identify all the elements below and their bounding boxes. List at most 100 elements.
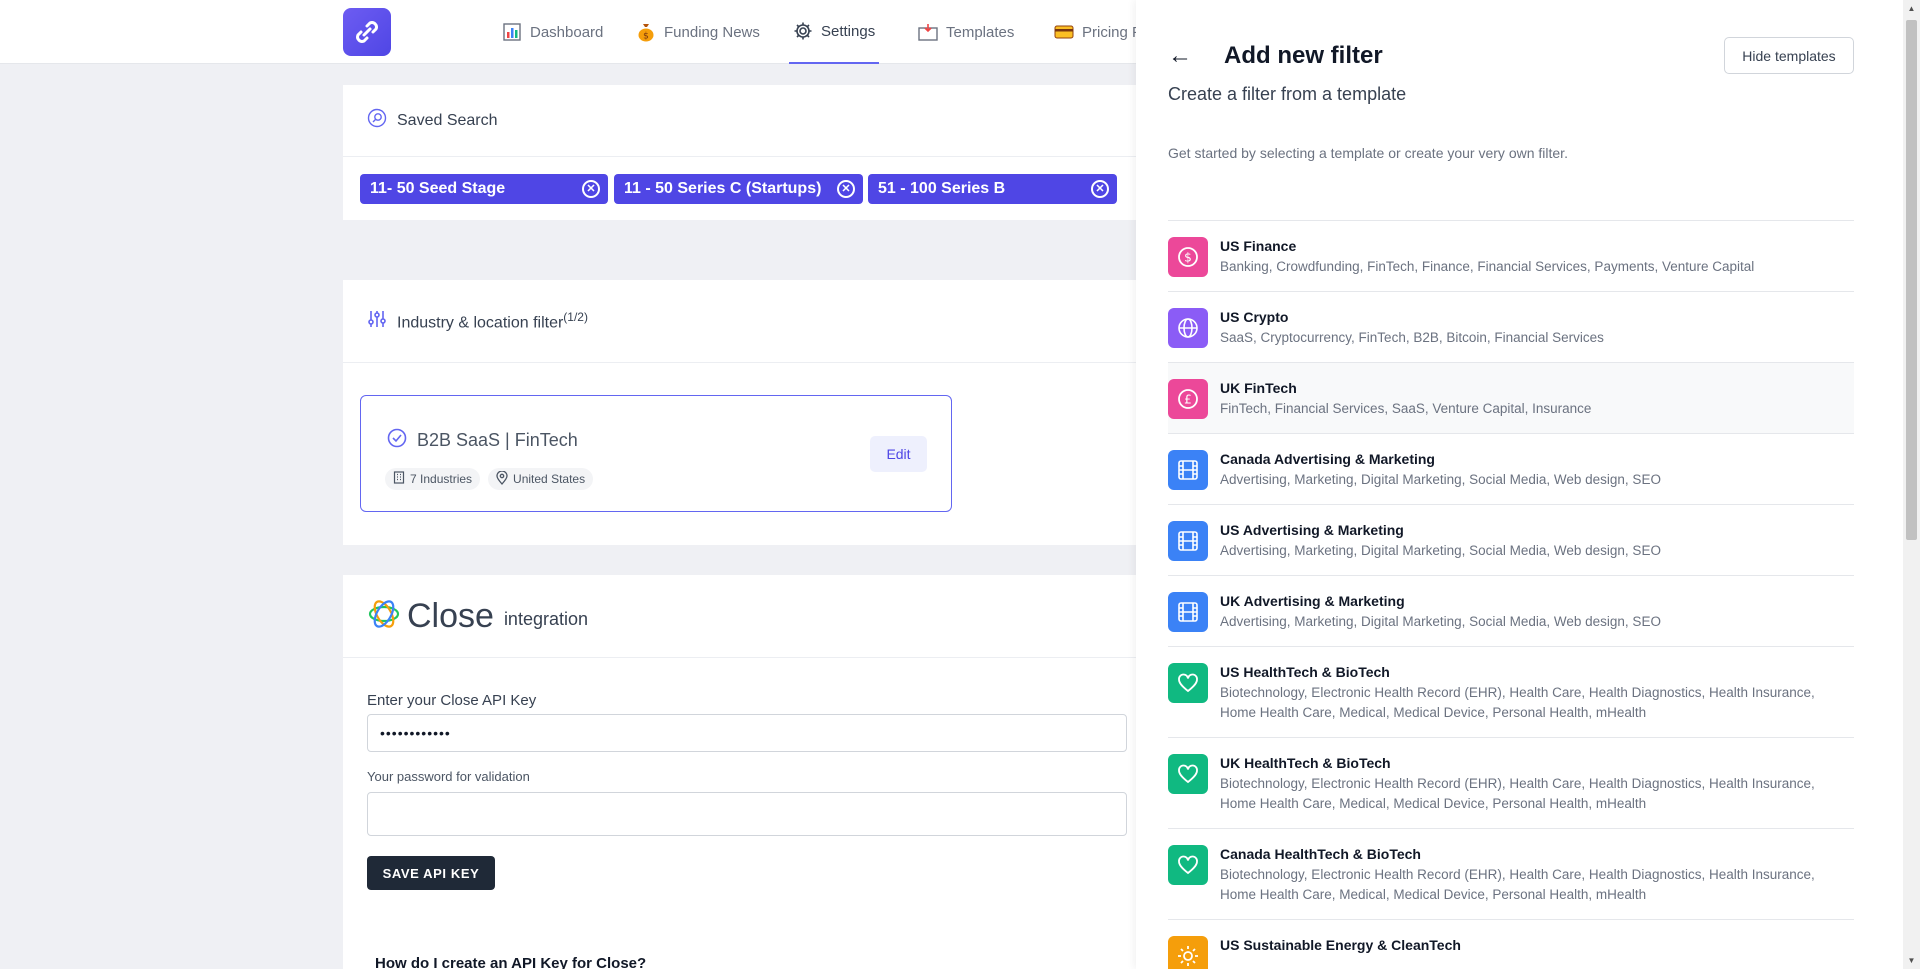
api-key-input[interactable]: •••••••••••• (367, 714, 1127, 752)
nav-funding-news[interactable]: $ Funding News (636, 0, 760, 64)
close-icon[interactable]: ✕ (582, 180, 600, 198)
filter-name: B2B SaaS | FinTech (417, 430, 578, 450)
nav-label: Settings (821, 22, 876, 40)
page-scrollbar[interactable]: ▲ ▼ (1903, 0, 1920, 969)
template-item[interactable]: £ UK FinTech FinTech, Financial Services… (1168, 363, 1854, 434)
hide-templates-button[interactable]: Hide templates (1724, 37, 1854, 74)
nav-label: Pricing P (1082, 23, 1143, 41)
dollar-icon: $ (1168, 237, 1208, 277)
gear-icon (793, 21, 813, 41)
nav-templates[interactable]: Templates (918, 0, 1014, 64)
svg-text:$: $ (1184, 251, 1192, 265)
template-tags: Advertising, Marketing, Digital Marketin… (1220, 614, 1661, 629)
filter-item-b2b-saas[interactable]: B2B SaaS | FinTech 7 Industries United S… (360, 395, 952, 512)
check-circle-icon (387, 428, 407, 453)
saved-search-chip[interactable]: 11- 50 Seed Stage ✕ (360, 174, 608, 204)
nav-dashboard[interactable]: Dashboard (502, 0, 603, 64)
close-brand: Close (407, 596, 494, 635)
pound-icon: £ (1168, 379, 1208, 419)
scrollbar-thumb[interactable] (1906, 20, 1917, 540)
template-icon (918, 22, 938, 42)
film-icon (1168, 521, 1208, 561)
sliders-icon (367, 309, 387, 334)
nav-settings[interactable]: Settings (789, 0, 880, 64)
back-arrow-icon[interactable]: ← (1168, 42, 1192, 70)
template-item[interactable]: Canada HealthTech & BioTech Biotechnolog… (1168, 829, 1854, 920)
add-filter-drawer: ← Add new filter Hide templates Create a… (1136, 0, 1903, 969)
template-list: $ US Finance Banking, Crowdfunding, FinT… (1168, 220, 1854, 969)
template-item[interactable]: Canada Advertising & Marketing Advertisi… (1168, 434, 1854, 505)
api-key-help-heading: How do I create an API Key for Close? (375, 955, 647, 969)
password-input[interactable] (367, 792, 1127, 836)
saved-search-title: Saved Search (397, 111, 498, 129)
film-icon (1168, 450, 1208, 490)
template-tags: Advertising, Marketing, Digital Marketin… (1220, 472, 1661, 487)
chart-icon (502, 22, 522, 42)
saved-search-chip[interactable]: 51 - 100 Series B ✕ (868, 174, 1117, 204)
drawer-description: Get started by selecting a template or c… (1168, 145, 1568, 161)
template-item[interactable]: US Crypto SaaS, Cryptocurrency, FinTech,… (1168, 292, 1854, 363)
template-name: UK HealthTech & BioTech (1220, 755, 1391, 771)
template-name: US Advertising & Marketing (1220, 522, 1404, 538)
app-logo[interactable] (343, 8, 391, 56)
money-bag-icon: $ (636, 22, 656, 42)
svg-text:£: £ (1184, 393, 1192, 407)
nav-label: Dashboard (530, 23, 604, 41)
scroll-down-icon[interactable]: ▼ (1903, 952, 1920, 969)
close-icon[interactable]: ✕ (837, 180, 855, 198)
heart-icon (1168, 754, 1208, 794)
template-item[interactable]: US Sustainable Energy & CleanTech (1168, 920, 1854, 969)
industries-tag: 7 Industries (385, 468, 481, 490)
scroll-up-icon[interactable]: ▲ (1903, 0, 1920, 17)
template-tags: Advertising, Marketing, Digital Marketin… (1220, 543, 1661, 558)
template-tags: Biotechnology, Electronic Health Record … (1220, 685, 1815, 720)
location-pin-icon (496, 469, 508, 488)
template-tags: FinTech, Financial Services, SaaS, Ventu… (1220, 401, 1592, 416)
template-tags: Biotechnology, Electronic Health Record … (1220, 776, 1815, 811)
template-item[interactable]: $ US Finance Banking, Crowdfunding, FinT… (1168, 221, 1854, 292)
template-tags: Banking, Crowdfunding, FinTech, Finance,… (1220, 259, 1755, 274)
nav-pricing[interactable]: Pricing P (1054, 0, 1142, 64)
template-name: US HealthTech & BioTech (1220, 664, 1390, 680)
close-logo-icon (367, 597, 401, 636)
close-icon[interactable]: ✕ (1091, 180, 1109, 198)
drawer-subtitle: Create a filter from a template (1168, 84, 1407, 104)
chip-label: 11- 50 Seed Stage (370, 180, 506, 197)
nav-label: Funding News (664, 23, 760, 41)
industry-filter-title: Industry & location filter (397, 314, 564, 332)
template-name: US Sustainable Energy & CleanTech (1220, 937, 1461, 953)
template-item[interactable]: US HealthTech & BioTech Biotechnology, E… (1168, 647, 1854, 738)
api-key-label: Enter your Close API Key (367, 692, 537, 709)
search-icon (367, 108, 387, 133)
building-icon (393, 471, 405, 487)
saved-search-chip[interactable]: 11 - 50 Series C (Startups) ✕ (614, 174, 863, 204)
drawer-title: Add new filter (1224, 42, 1383, 69)
edit-filter-button[interactable]: Edit (870, 436, 927, 472)
template-name: US Finance (1220, 238, 1297, 254)
heart-icon (1168, 663, 1208, 703)
chip-label: 11 - 50 Series C (Startups) (624, 180, 822, 197)
password-label: Your password for validation (367, 769, 530, 784)
chip-label: 51 - 100 Series B (878, 180, 1006, 197)
close-integration-suffix: integration (503, 608, 588, 629)
industry-filter-count: (1/2) (563, 309, 588, 324)
template-item[interactable]: UK HealthTech & BioTech Biotechnology, E… (1168, 738, 1854, 829)
template-name: US Crypto (1220, 309, 1289, 325)
template-item[interactable]: US Advertising & Marketing Advertising, … (1168, 505, 1854, 576)
template-item[interactable]: UK Advertising & Marketing Advertising, … (1168, 576, 1854, 647)
nav-label: Templates (946, 23, 1015, 41)
template-name: Canada Advertising & Marketing (1220, 451, 1435, 467)
template-name: UK Advertising & Marketing (1220, 593, 1405, 609)
save-api-key-button[interactable]: SAVE API KEY (367, 856, 495, 890)
credit-card-icon (1054, 22, 1074, 42)
link-icon (356, 21, 378, 43)
svg-text:$: $ (643, 32, 649, 42)
template-name: UK FinTech (1220, 380, 1297, 396)
template-name: Canada HealthTech & BioTech (1220, 846, 1421, 862)
film-icon (1168, 592, 1208, 632)
heart-icon (1168, 845, 1208, 885)
sun-icon (1168, 936, 1208, 969)
template-tags: Biotechnology, Electronic Health Record … (1220, 867, 1815, 902)
template-tags: SaaS, Cryptocurrency, FinTech, B2B, Bitc… (1220, 330, 1604, 345)
location-tag: United States (488, 468, 594, 490)
